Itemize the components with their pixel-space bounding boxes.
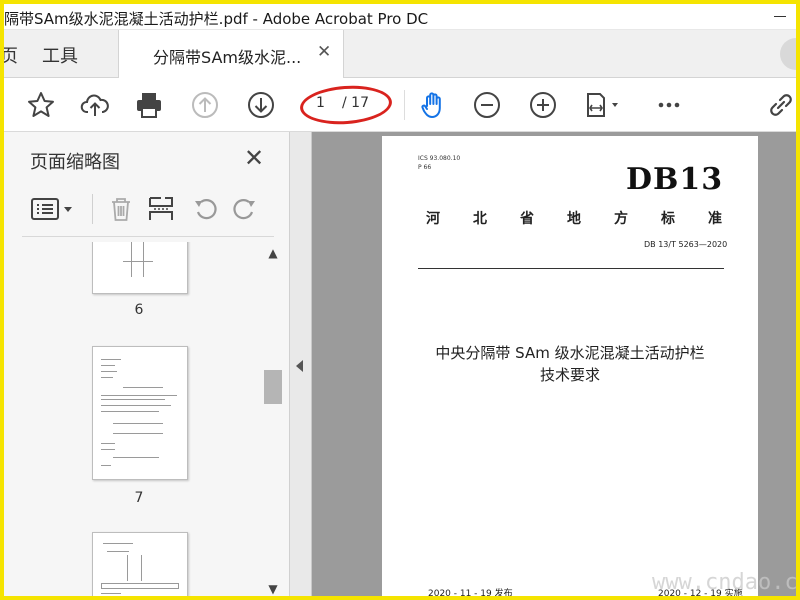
standard-mark: DB13 <box>626 162 724 197</box>
hand-icon[interactable] <box>418 90 448 120</box>
thumb-line <box>131 242 132 277</box>
thumbnails-panel: 页面缩略图 ✕ 6 7 ▲ ▼ <box>4 132 290 596</box>
thumbnail-number: 7 <box>134 490 144 506</box>
panel-divider <box>22 236 274 237</box>
title-bar: 隔带SAm级水泥混凝土活动护栏.pdf - Adobe Acrobat Pro … <box>4 4 796 30</box>
main-toolbar: 1 / 17 <box>4 78 796 132</box>
link-icon[interactable] <box>766 90 796 120</box>
pdf-page: ICS 93.080.10 P 66 DB13 河北省地方标准 DB 13/T … <box>382 136 758 596</box>
thumbnail-list: 6 7 <box>4 242 260 596</box>
watermark: www.cndao.c <box>652 570 796 595</box>
collapse-panel-strip[interactable] <box>290 132 312 596</box>
highlight-oval <box>298 82 394 128</box>
thumb-line <box>101 465 111 466</box>
window-title: 隔带SAm级水泥混凝土活动护栏.pdf - Adobe Acrobat Pro … <box>4 10 429 28</box>
p-line: P 66 <box>418 164 432 171</box>
thumb-line <box>101 359 121 360</box>
rotate-left-icon[interactable] <box>190 194 220 224</box>
thumb-line <box>127 555 128 581</box>
thumb-line <box>101 449 115 450</box>
document-title-line2: 技术要求 <box>539 366 600 384</box>
thumbnail-page-6[interactable] <box>92 242 188 294</box>
thumb-line <box>101 583 179 589</box>
thumbnail-page-8[interactable] <box>92 532 188 596</box>
thumb-line <box>101 443 115 444</box>
overflow-tab-button[interactable] <box>780 38 796 70</box>
toolbar-divider <box>404 90 405 120</box>
rotate-right-icon[interactable] <box>230 194 260 224</box>
thumb-line <box>113 423 163 424</box>
panel-toolbar-divider <box>92 194 93 224</box>
scroll-thumb[interactable] <box>264 370 282 404</box>
thumb-line <box>123 261 153 262</box>
thumbnail-scrollbar[interactable]: ▲ ▼ <box>262 242 284 596</box>
document-view: ICS 93.080.10 P 66 DB13 河北省地方标准 DB 13/T … <box>290 132 796 596</box>
thumb-line <box>113 433 163 434</box>
thumb-line <box>101 405 171 406</box>
panel-toolbar <box>26 192 266 226</box>
issue-date: 2020 - 11 - 19 发布 <box>428 589 513 596</box>
tab-tools[interactable]: 工具 <box>42 42 78 68</box>
thumb-line <box>101 399 165 400</box>
header-rule <box>418 268 724 269</box>
collapse-arrow-icon[interactable] <box>296 360 303 372</box>
thumbnail-options-icon[interactable] <box>30 194 76 224</box>
thumb-line <box>101 395 177 396</box>
province-standard: 河北省地方标准 <box>426 211 755 227</box>
thumb-line <box>107 551 129 552</box>
zoom-in-icon[interactable] <box>528 90 558 120</box>
thumb-line <box>101 371 117 372</box>
thumbnail-number: 6 <box>134 302 144 318</box>
minimize-button[interactable] <box>766 4 796 30</box>
trash-icon[interactable] <box>106 194 136 224</box>
tab-document-label: 分隔带SAm级水泥... <box>153 48 302 67</box>
close-panel-icon[interactable]: ✕ <box>244 144 264 172</box>
thumb-line <box>101 377 113 378</box>
scroll-up-icon[interactable]: ▲ <box>266 246 280 260</box>
thumb-line <box>123 387 163 388</box>
thumb-line <box>101 593 121 594</box>
arrow-down-icon[interactable] <box>246 90 276 120</box>
ics-line: ICS 93.080.10 <box>418 155 461 162</box>
thumb-line <box>103 543 133 544</box>
thumbnail-page-7[interactable] <box>92 346 188 480</box>
print-icon[interactable] <box>134 90 164 120</box>
document-title-line1: 中央分隔带 SAm 级水泥混凝土活动护栏 <box>435 344 705 362</box>
standard-code: DB 13/T 5263—2020 <box>644 240 728 249</box>
ics-code: ICS 93.080.10 P 66 <box>418 154 460 172</box>
tab-bar: 页 工具 分隔带SAm级水泥... ✕ <box>4 30 796 78</box>
more-icon[interactable] <box>654 90 684 120</box>
panel-title: 页面缩略图 <box>30 152 120 173</box>
star-icon[interactable] <box>26 90 56 120</box>
insert-page-icon[interactable] <box>146 194 176 224</box>
zoom-out-icon[interactable] <box>472 90 502 120</box>
thumb-line <box>143 242 144 277</box>
cloud-upload-icon[interactable] <box>80 90 110 120</box>
thumb-line <box>101 411 159 412</box>
tab-home[interactable]: 页 <box>4 42 18 68</box>
thumb-line <box>101 365 115 366</box>
tab-document[interactable]: 分隔带SAm级水泥... ✕ <box>118 30 344 78</box>
thumb-line <box>141 555 142 581</box>
arrow-up-icon[interactable] <box>190 90 220 120</box>
scroll-down-icon[interactable]: ▼ <box>266 582 280 596</box>
close-tab-icon[interactable]: ✕ <box>317 42 331 62</box>
thumb-line <box>113 457 159 458</box>
fit-page-icon[interactable] <box>584 90 624 120</box>
acrobat-window: 隔带SAm级水泥混凝土活动护栏.pdf - Adobe Acrobat Pro … <box>4 4 796 596</box>
